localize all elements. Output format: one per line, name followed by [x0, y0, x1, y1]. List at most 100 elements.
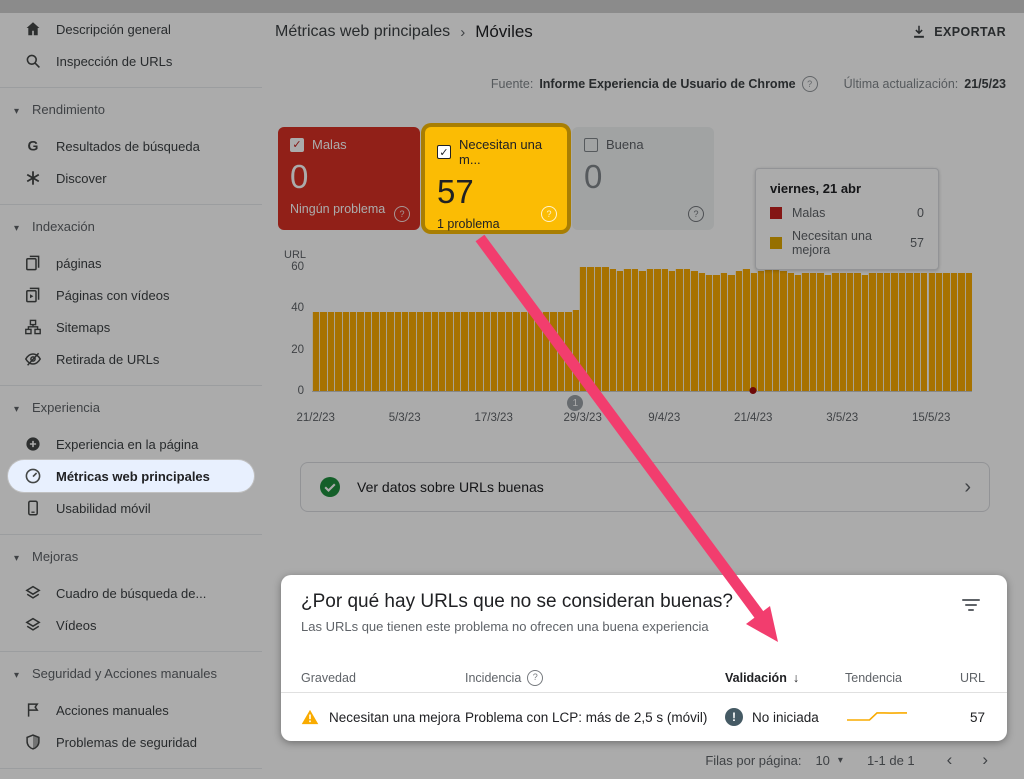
caret-down-icon: ▾	[14, 218, 24, 238]
sidebar-item-paginas-con-videos[interactable]: Páginas con vídeos	[8, 279, 254, 311]
sidebar-item-metricas-web-principales[interactable]: Métricas web principales	[8, 460, 254, 492]
sidebar-item-experiencia-pagina[interactable]: Experiencia en la página	[8, 428, 254, 460]
card-buena[interactable]: Buena 0 ?	[572, 127, 714, 230]
card-value: 0	[584, 158, 702, 196]
panel-subtitle: Las URLs que tienen este problema no ofr…	[301, 619, 709, 634]
help-icon[interactable]: ?	[688, 206, 704, 222]
sidebar-item-videos[interactable]: Vídeos	[8, 609, 254, 641]
sidebar-section-experiencia[interactable]: ▾Experiencia	[8, 396, 254, 424]
column-tendencia[interactable]: Tendencia	[845, 671, 957, 685]
issue-marker[interactable]: 1	[567, 395, 583, 411]
updated-label: Última actualización:	[844, 77, 959, 91]
svg-text:G: G	[28, 138, 39, 154]
issue-description: Problema con LCP: más de 2,5 s (móvil)	[465, 710, 725, 725]
layers-icon	[24, 616, 42, 634]
mobile-usability-icon	[24, 499, 42, 517]
sidebar-section-rendimiento[interactable]: ▾Rendimiento	[8, 98, 254, 126]
issue-severity: Necesitan una mejora	[329, 710, 460, 725]
column-gravedad[interactable]: Gravedad	[301, 671, 465, 685]
sidebar-item-label: Experiencia en la página	[56, 437, 198, 452]
section-label: Experiencia	[32, 399, 100, 417]
section-label: Indexación	[32, 218, 95, 236]
column-incidencia[interactable]: Incidencia ?	[465, 670, 725, 686]
export-label: EXPORTAR	[934, 25, 1006, 39]
prev-page-button[interactable]: ‹	[939, 750, 961, 770]
sidebar-section-seguridad-y-acciones-manuales[interactable]: ▾ Seguridad y Acciones manuales	[8, 662, 254, 690]
sidebar-item-label: Vídeos	[56, 618, 96, 633]
sidebar-item-sitemaps[interactable]: Sitemaps	[8, 311, 254, 343]
next-page-button[interactable]: ›	[974, 750, 996, 770]
help-icon[interactable]: ?	[527, 670, 543, 686]
source-value: Informe Experiencia de Usuario de Chrome	[539, 77, 795, 91]
sidebar-item-label: Discover	[56, 171, 107, 186]
legend-value: 0	[917, 206, 924, 220]
warning-icon	[301, 709, 319, 725]
breadcrumb-parent[interactable]: Métricas web principales	[275, 23, 450, 41]
sidebar-item-problemas-seguridad[interactable]: Problemas de seguridad	[8, 726, 254, 758]
home-icon	[24, 20, 42, 38]
cwv-bar-chart: 1	[312, 267, 972, 392]
column-url[interactable]: URL	[960, 671, 985, 685]
column-validacion[interactable]: Validación ↓	[725, 671, 845, 685]
legend-swatch-mejora	[770, 237, 782, 249]
source-label: Fuente:	[491, 77, 533, 91]
card-value: 57	[437, 173, 555, 211]
layers-icon	[24, 584, 42, 602]
help-icon[interactable]: ?	[394, 206, 410, 222]
section-label: Seguridad y Acciones manuales	[32, 665, 217, 683]
dropdown-icon: ▾	[838, 755, 843, 766]
card-label: Buena	[606, 137, 644, 152]
sidebar-item-discover[interactable]: Discover	[8, 162, 254, 194]
download-icon	[911, 24, 927, 40]
card-subtext: Ningún problema	[290, 202, 408, 216]
good-urls-row[interactable]: Ver datos sobre URLs buenas ›	[300, 462, 990, 512]
rows-per-page-select[interactable]: 10 ▾	[815, 753, 843, 768]
url-removal-icon	[24, 350, 42, 368]
y-axis-label: URL	[284, 249, 306, 261]
sort-down-icon: ↓	[793, 671, 799, 685]
sidebar-item-cuadro-busqueda[interactable]: Cuadro de búsqueda de...	[8, 577, 254, 609]
red-dot-marker	[750, 387, 757, 394]
chevron-right-icon[interactable]: ›	[964, 476, 971, 499]
flag-icon	[24, 701, 42, 719]
sidebar-item-label: Sitemaps	[56, 320, 110, 335]
sidebar-item-label: Páginas con vídeos	[56, 288, 169, 303]
help-icon[interactable]: ?	[802, 76, 818, 92]
panel-title: ¿Por qué hay URLs que no se consideran b…	[301, 591, 733, 613]
sidebar-item-inspeccion-urls[interactable]: Inspección de URLs	[8, 45, 254, 77]
rows-per-page-label: Filas por página:	[705, 753, 801, 768]
trend-sparkline	[845, 708, 909, 726]
sidebar-item-label: Resultados de búsqueda	[56, 139, 200, 154]
sidebar-item-acciones-manuales[interactable]: Acciones manuales	[8, 694, 254, 726]
g-icon: G	[24, 137, 42, 155]
sidebar-section-mejoras[interactable]: ▾Mejoras	[8, 545, 254, 573]
checkbox-checked-icon[interactable]: ✓	[290, 138, 304, 152]
shield-icon	[24, 733, 42, 751]
sidebar-item-label: Retirada de URLs	[56, 352, 159, 367]
card-label: Malas	[312, 137, 347, 152]
sidebar-item-label: Problemas de seguridad	[56, 735, 197, 750]
x-axis-ticks: 21/2/235/3/2317/3/2329/3/239/4/2321/4/23…	[312, 412, 972, 428]
export-button[interactable]: EXPORTAR	[911, 24, 1006, 40]
sidebar-item-descripcion-general[interactable]: Descripción general	[8, 13, 254, 45]
filter-icon[interactable]	[961, 599, 981, 614]
sidebar-item-retirada-urls[interactable]: Retirada de URLs	[8, 343, 254, 375]
breadcrumb-current: Móviles	[475, 22, 533, 42]
url-count: 57	[970, 710, 985, 725]
sidebar-item-resultados-busqueda[interactable]: G Resultados de búsqueda	[8, 130, 254, 162]
sitemaps-icon	[24, 318, 42, 336]
card-necesitan-mejora[interactable]: ✓ Necesitan una m... 57 1 problema ?	[425, 127, 567, 230]
checkbox-checked-icon[interactable]: ✓	[437, 145, 451, 159]
card-malas[interactable]: ✓ Malas 0 Ningún problema ?	[278, 127, 420, 230]
help-icon[interactable]: ?	[541, 206, 557, 222]
search-console-page: Descripción generalInspección de URLs▾Re…	[0, 0, 1024, 779]
sidebar-item-label: páginas	[56, 256, 102, 271]
sidebar-section-indexaci-n[interactable]: ▾ Indexación	[8, 215, 254, 243]
caret-down-icon: ▾	[14, 665, 24, 685]
pagination: Filas por página: 10 ▾ 1-1 de 1 ‹ ›	[705, 750, 996, 770]
issue-row[interactable]: Necesitan una mejora Problema con LCP: m…	[281, 693, 1007, 741]
sidebar-item-paginas[interactable]: páginas	[8, 247, 254, 279]
sidebar-item-usabilidad-movil[interactable]: Usabilidad móvil	[8, 492, 254, 524]
pages-icon	[24, 254, 42, 272]
checkbox-unchecked-icon[interactable]	[584, 138, 598, 152]
